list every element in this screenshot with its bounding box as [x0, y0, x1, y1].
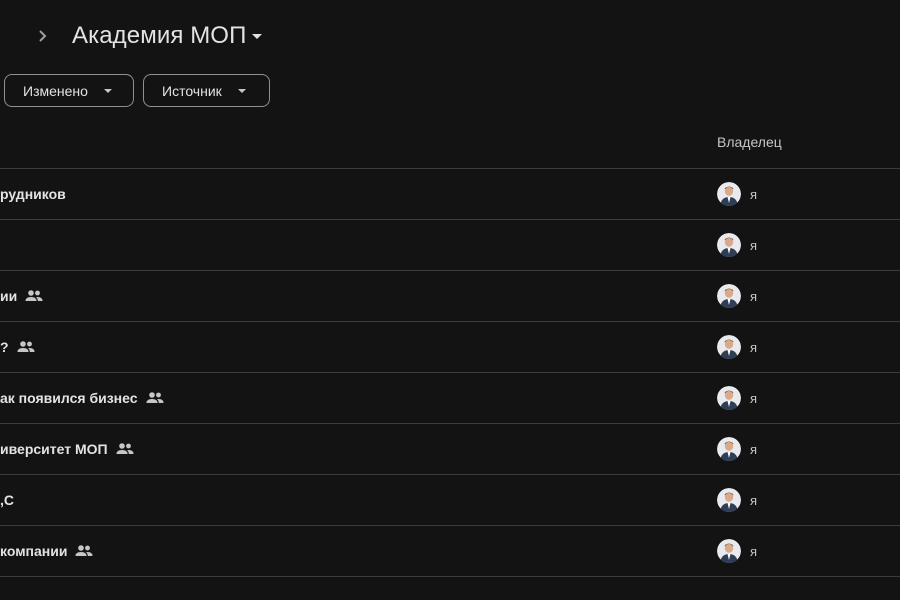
- file-name: ии: [0, 288, 18, 304]
- avatar: [717, 437, 741, 461]
- owner-name: я: [750, 390, 758, 406]
- owner-cell: я: [717, 220, 757, 270]
- shared-people-icon: [116, 442, 134, 456]
- chevron-right-icon: [34, 26, 52, 46]
- shared-people-icon: [17, 340, 35, 354]
- file-name: ак появился бизнес: [0, 390, 138, 406]
- avatar: [717, 386, 741, 410]
- owner-cell: я: [717, 169, 757, 219]
- caret-down-icon: [252, 33, 263, 39]
- folder-title: Академия МОП: [72, 22, 247, 49]
- source-filter-label: Источник: [162, 82, 222, 99]
- folder-title-button[interactable]: Академия МОП: [72, 20, 263, 52]
- file-name-cell: иверситет МОП: [0, 424, 134, 474]
- file-name-cell: ,С: [0, 475, 14, 525]
- file-row[interactable]: ак появился бизнес я: [0, 373, 900, 424]
- shared-people-icon: [25, 289, 43, 303]
- owner-cell: я: [717, 373, 757, 423]
- modified-filter-chip[interactable]: Изменено: [4, 74, 134, 107]
- owner-name: я: [750, 441, 758, 457]
- file-row[interactable]: рудников я: [0, 169, 900, 220]
- file-row[interactable]: ? я: [0, 322, 900, 373]
- owner-name: я: [750, 543, 758, 559]
- file-name-cell: ии: [0, 271, 43, 321]
- caret-down-icon: [103, 88, 112, 93]
- owner-name: я: [750, 288, 758, 304]
- file-row[interactable]: ии я: [0, 271, 900, 322]
- owner-name: я: [750, 237, 758, 253]
- file-row[interactable]: компании я: [0, 526, 900, 577]
- owner-cell: я: [717, 526, 757, 576]
- avatar: [717, 335, 741, 359]
- file-name-cell: рудников: [0, 169, 66, 219]
- source-filter-chip[interactable]: Источник: [143, 74, 270, 107]
- shared-people-icon: [75, 544, 93, 558]
- owner-cell: я: [717, 475, 757, 525]
- file-name: рудников: [0, 186, 66, 202]
- owner-cell: я: [717, 271, 757, 321]
- file-name: ?: [0, 339, 9, 355]
- owner-name: я: [750, 492, 758, 508]
- file-list: рудников я я ии я ? я ак появился бизнес…: [0, 169, 900, 577]
- caret-down-icon: [237, 88, 246, 93]
- shared-people-icon: [146, 391, 164, 405]
- file-row[interactable]: иверситет МОП я: [0, 424, 900, 475]
- avatar: [717, 539, 741, 563]
- file-name: компании: [0, 543, 68, 559]
- avatar: [717, 284, 741, 308]
- file-name-cell: ак появился бизнес: [0, 373, 164, 423]
- avatar: [717, 182, 741, 206]
- owner-cell: я: [717, 424, 757, 474]
- file-name: иверситет МОП: [0, 441, 108, 457]
- modified-filter-label: Изменено: [23, 82, 88, 99]
- owner-cell: я: [717, 322, 757, 372]
- file-name-cell: компании: [0, 526, 93, 576]
- avatar: [717, 233, 741, 257]
- file-row[interactable]: я: [0, 220, 900, 271]
- file-name: ,С: [0, 492, 14, 508]
- avatar: [717, 488, 741, 512]
- owner-name: я: [750, 339, 758, 355]
- owner-name: я: [750, 186, 758, 202]
- file-name-cell: ?: [0, 322, 35, 372]
- owner-column-header[interactable]: Владелец: [717, 134, 782, 150]
- file-row[interactable]: ,С я: [0, 475, 900, 526]
